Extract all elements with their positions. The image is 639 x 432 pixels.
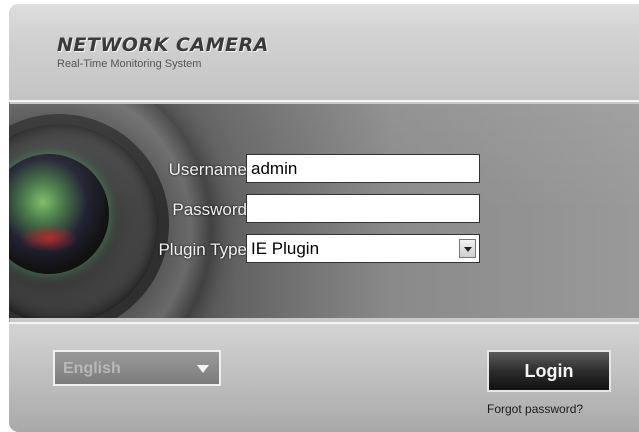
username-row: Username : [9,154,639,186]
username-colon: : [237,160,242,179]
language-value: English [63,360,121,377]
password-field[interactable] [246,194,480,223]
username-label: Username [168,160,247,179]
product-subtitle: Real-Time Monitoring System [57,58,202,70]
product-title: NETWORK CAMERA [57,34,269,56]
plugin-type-select[interactable]: IE Plugin [246,234,480,263]
plugin-row: Plugin Type : IE Plugin [9,234,639,266]
language-select[interactable]: English [53,350,221,386]
plugin-type-label: Plugin Type [158,240,247,259]
footer-band: English Login Forgot password? [9,322,639,432]
chevron-down-icon[interactable] [459,239,476,258]
password-colon: : [237,200,242,219]
plugin-colon: : [237,240,242,259]
plugin-type-value: IE Plugin [251,239,320,258]
password-label: Password [172,200,247,219]
login-button[interactable]: Login [487,350,611,392]
username-field[interactable] [246,154,480,183]
forgot-password-link[interactable]: Forgot password? [487,402,617,416]
login-form-area: Username : Password : Plugin Type : IE P… [9,104,639,318]
header-band: NETWORK CAMERA Real-Time Monitoring Syst… [9,4,639,102]
password-row: Password : [9,194,639,226]
login-panel: NETWORK CAMERA Real-Time Monitoring Syst… [9,4,639,432]
chevron-down-icon[interactable] [197,365,209,373]
